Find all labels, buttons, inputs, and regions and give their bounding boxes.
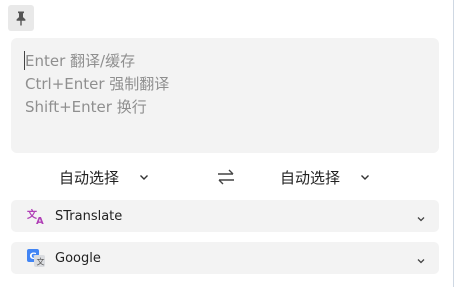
svg-text:文: 文	[37, 257, 45, 267]
swap-icon	[218, 169, 234, 185]
target-language-label: 自动选择	[280, 168, 341, 187]
source-text-input[interactable]	[11, 38, 439, 153]
chevron-down-icon	[415, 210, 427, 222]
svg-text:A: A	[36, 216, 44, 225]
swap-languages-button[interactable]	[215, 167, 237, 187]
pin-button[interactable]	[8, 5, 34, 31]
source-language-select[interactable]: 自动选择	[59, 163, 150, 191]
service-google[interactable]: G 文 Google	[11, 242, 439, 274]
translate-icon: 文 A	[27, 207, 45, 225]
text-caret	[24, 51, 25, 70]
chevron-down-icon	[138, 171, 150, 183]
chevron-down-icon	[359, 171, 371, 183]
chevron-down-icon	[415, 252, 427, 264]
target-language-select[interactable]: 自动选择	[280, 163, 371, 191]
service-stranslate[interactable]: 文 A STranslate	[11, 200, 439, 232]
service-name: STranslate	[55, 208, 123, 224]
google-translate-icon: G 文	[27, 249, 45, 267]
language-bar: 自动选择 自动选择	[11, 163, 439, 191]
source-text-area[interactable]	[11, 38, 439, 153]
service-name: Google	[55, 250, 101, 266]
source-language-label: 自动选择	[59, 168, 120, 187]
pin-icon	[16, 11, 26, 26]
